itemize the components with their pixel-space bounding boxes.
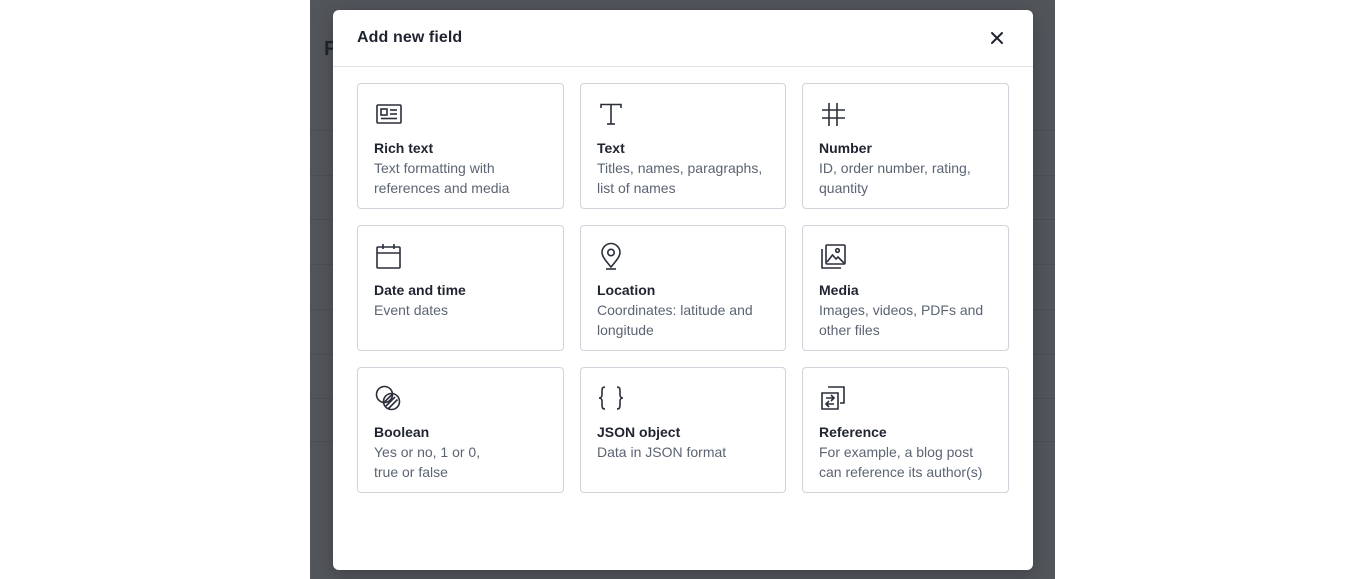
dialog-header: Add new field — [333, 10, 1033, 67]
field-type-description: Coordinates: latitude and — [597, 302, 753, 318]
field-type-description: Text formatting with — [374, 160, 495, 176]
field-type-description: ID, order number, rating, — [819, 160, 971, 176]
location-pin-icon — [597, 242, 625, 270]
field-type-grid: Rich text Text formatting with reference… — [357, 83, 1009, 493]
field-type-description: references and media — [374, 180, 510, 196]
close-button[interactable] — [985, 26, 1009, 50]
field-type-description: Event dates — [374, 302, 448, 318]
reference-icon — [819, 384, 847, 412]
calendar-icon — [374, 242, 402, 270]
field-type-description: quantity — [819, 180, 869, 196]
field-type-description: longitude — [597, 322, 654, 338]
field-type-description: For example, a blog post — [819, 444, 974, 460]
boolean-icon — [374, 384, 402, 412]
rich-text-icon — [374, 100, 402, 128]
field-type-name: JSON object — [597, 424, 681, 440]
number-icon — [819, 100, 847, 128]
field-type-description: Yes or no, 1 or 0, — [374, 444, 481, 460]
field-type-location[interactable]: Location Coordinates: latitude and longi… — [580, 225, 786, 351]
json-braces-icon — [597, 384, 625, 412]
field-type-description: Images, videos, PDFs and — [819, 302, 984, 318]
field-type-name: Media — [819, 282, 859, 298]
field-type-name: Boolean — [374, 424, 430, 440]
field-type-name: Number — [819, 140, 872, 156]
field-type-reference[interactable]: Reference For example, a blog post can r… — [802, 367, 1009, 493]
field-type-name: Rich text — [374, 140, 434, 156]
field-type-description: other files — [819, 322, 880, 338]
field-type-description: can reference its author(s) — [819, 464, 983, 480]
field-type-name: Location — [597, 282, 656, 298]
field-type-description: true or false — [374, 464, 448, 480]
field-type-boolean[interactable]: Boolean Yes or no, 1 or 0, true or false — [357, 367, 564, 493]
field-type-name: Reference — [819, 424, 887, 440]
add-field-dialog: Add new field Rich text Text formatting … — [333, 10, 1033, 570]
field-type-rich-text[interactable]: Rich text Text formatting with reference… — [357, 83, 564, 209]
field-type-description: Titles, names, paragraphs, — [597, 160, 763, 176]
field-type-description: list of names — [597, 180, 676, 196]
field-type-name: Date and time — [374, 282, 466, 298]
dialog-title: Add new field — [357, 29, 463, 46]
field-type-description: Data in JSON format — [597, 444, 727, 460]
field-type-name: Text — [597, 140, 625, 156]
field-type-text[interactable]: Text Titles, names, paragraphs, list of … — [580, 83, 786, 209]
field-type-json-object[interactable]: JSON object Data in JSON format — [580, 367, 786, 493]
field-type-number[interactable]: Number ID, order number, rating, quantit… — [802, 83, 1009, 209]
field-type-media[interactable]: Media Images, videos, PDFs and other fil… — [802, 225, 1009, 351]
image-icon — [819, 242, 847, 270]
text-icon — [597, 100, 625, 128]
close-icon — [991, 32, 1003, 44]
field-type-date-and-time[interactable]: Date and time Event dates — [357, 225, 564, 351]
